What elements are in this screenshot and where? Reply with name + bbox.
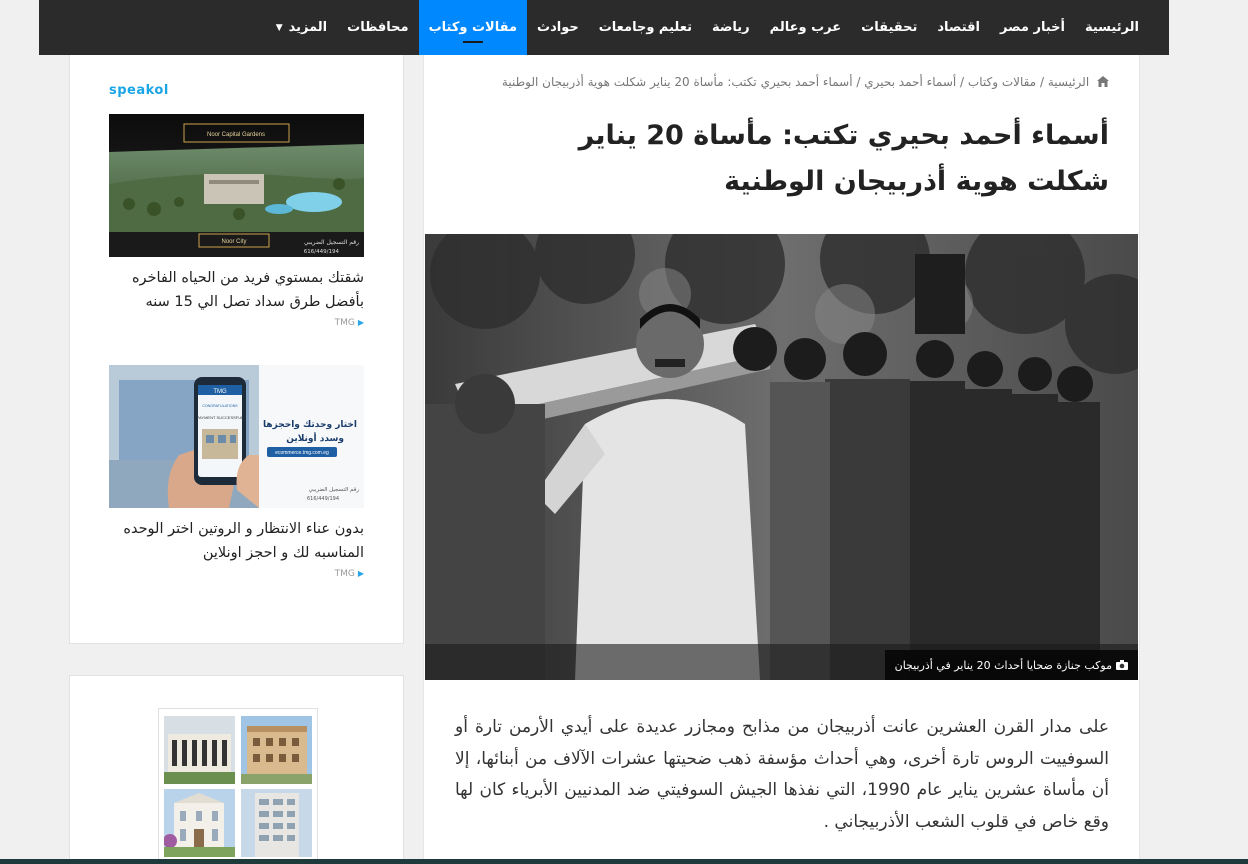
speakol-logo[interactable]: speakol: [109, 83, 169, 98]
nav-label: رياضة: [711, 20, 750, 35]
nav-label: محافظات: [347, 20, 409, 35]
thumbnail-grid: [158, 708, 318, 864]
gallery-thumb-graphic: [164, 716, 235, 784]
breadcrumb-separator: /: [1039, 75, 1044, 89]
gallery-thumb[interactable]: [164, 789, 235, 857]
nav-item-governorates[interactable]: محافظات: [337, 0, 418, 55]
nav-label: المزيد: [288, 20, 328, 35]
ad-title[interactable]: شقتك بمستوي فريد من الحياه الفاخره بأفضل…: [109, 266, 364, 314]
nav-label: مقالات وكتاب: [428, 20, 518, 35]
nav-item-education[interactable]: تعليم وجامعات: [589, 0, 702, 55]
gallery-thumb[interactable]: [241, 716, 312, 784]
ad-source: ▶TMG: [109, 569, 364, 579]
nav-label: أخبار مصر: [1000, 20, 1065, 35]
nav-label: تعليم وجامعات: [598, 20, 692, 35]
play-icon: ▶: [357, 318, 364, 327]
page-wrapper: الرئيسية أخبار مصر اقتصاد تحقيقات عرب وع…: [39, 0, 1169, 864]
ad-image[interactable]: TMG CONGRATULATIONS PAYMENT SUCCESSFUL ا…: [109, 365, 364, 508]
breadcrumb-separator: /: [856, 75, 861, 89]
article-body: على مدار القرن العشرين عانت أذربيجان من …: [455, 717, 1109, 832]
main-nav: الرئيسية أخبار مصر اقتصاد تحقيقات عرب وع…: [39, 0, 1169, 55]
nav-item-more[interactable]: المزيد ▼: [266, 0, 337, 55]
ad-card[interactable]: Noor Capital Gardens Noor City رقم التسج…: [109, 114, 364, 328]
caret-down-icon: ▼: [275, 22, 283, 33]
nav-label: عرب وعالم: [769, 20, 842, 35]
article-title: أسماء أحمد بحيري تكتب: مأساة 20 يناير شك…: [578, 120, 1109, 197]
ad-source-label: TMG: [334, 569, 355, 579]
breadcrumb: الرئيسية / مقالات وكتاب / أسماء أحمد بحي…: [502, 75, 1109, 89]
nav-item-economy[interactable]: اقتصاد: [927, 0, 990, 55]
nav-item-egypt-news[interactable]: أخبار مصر: [990, 0, 1075, 55]
ad-source-label: TMG: [334, 318, 355, 328]
nav-item-investigations[interactable]: تحقيقات: [851, 0, 927, 55]
svg-text:رقم التسجيل الضريبي: رقم التسجيل الضريبي: [309, 487, 360, 493]
svg-text:ecommerce.tmg.com.eg: ecommerce.tmg.com.eg: [275, 450, 329, 456]
gallery-thumb-graphic: [241, 789, 312, 857]
nav-label: الرئيسية: [1084, 20, 1139, 35]
breadcrumb-current: أسماء أحمد بحيري تكتب: مأساة 20 يناير شك…: [501, 75, 853, 89]
article-photo[interactable]: موكب جنازة ضحايا أحداث 20 يناير في أذربي…: [425, 234, 1138, 680]
breadcrumb-home[interactable]: الرئيسية: [1048, 75, 1089, 89]
ad-source: ▶TMG: [109, 318, 364, 328]
svg-text:TMG: TMG: [213, 389, 227, 395]
nav-item-sports[interactable]: رياضة: [702, 0, 760, 55]
sidebar-widget-ads: speakol Noor Capital Gardens Noor City ر…: [69, 55, 404, 644]
nav-item-accidents[interactable]: حوادث: [527, 0, 589, 55]
home-icon[interactable]: [1097, 76, 1109, 87]
ad-image-graphic: TMG CONGRATULATIONS PAYMENT SUCCESSFUL ا…: [109, 365, 364, 508]
nav-label: تحقيقات: [861, 20, 918, 35]
article-photo-graphic: [425, 234, 1138, 680]
ad-image[interactable]: Noor Capital Gardens Noor City رقم التسج…: [109, 114, 364, 257]
nav-label: اقتصاد: [937, 20, 980, 35]
breadcrumb-category[interactable]: مقالات وكتاب: [968, 75, 1036, 89]
article-container: الرئيسية / مقالات وكتاب / أسماء أحمد بحي…: [423, 55, 1140, 864]
camera-icon: [1116, 660, 1128, 670]
svg-text:وسدد أونلاين: وسدد أونلاين: [286, 432, 344, 444]
gallery-thumb[interactable]: [164, 716, 235, 784]
nav-item-world[interactable]: عرب وعالم: [760, 0, 851, 55]
breadcrumb-author[interactable]: أسماء أحمد بحيري: [864, 75, 956, 89]
gallery-thumb[interactable]: [241, 789, 312, 857]
svg-text:اختار وحدتك واحجزها: اختار وحدتك واحجزها: [263, 420, 357, 430]
photo-caption: موكب جنازة ضحايا أحداث 20 يناير في أذربي…: [884, 650, 1138, 680]
svg-text:PAYMENT SUCCESSFUL: PAYMENT SUCCESSFUL: [197, 415, 244, 420]
svg-text:Noor City: Noor City: [221, 239, 246, 245]
svg-text:رقم التسجيل الضريبي: رقم التسجيل الضريبي: [304, 239, 359, 246]
svg-text:616/449/194: 616/449/194: [307, 496, 339, 502]
gallery-thumb-graphic: [164, 789, 235, 857]
play-icon: ▶: [357, 569, 364, 578]
gallery-thumb-graphic: [241, 716, 312, 784]
bottom-bar: [0, 859, 1248, 864]
nav-item-home[interactable]: الرئيسية: [1075, 0, 1149, 55]
sidebar-widget-gallery: [69, 675, 404, 864]
ad-card[interactable]: TMG CONGRATULATIONS PAYMENT SUCCESSFUL ا…: [109, 365, 364, 579]
nav-item-articles[interactable]: مقالات وكتاب: [418, 0, 528, 55]
svg-text:Noor Capital Gardens: Noor Capital Gardens: [207, 132, 265, 138]
nav-label: حوادث: [537, 20, 579, 35]
ad-title[interactable]: بدون عناء الانتظار و الروتين اختر الوحده…: [109, 517, 364, 565]
svg-text:616/449/194: 616/449/194: [304, 249, 340, 255]
ad-image-graphic: Noor Capital Gardens Noor City رقم التسج…: [109, 114, 364, 257]
photo-caption-text: موكب جنازة ضحايا أحداث 20 يناير في أذربي…: [894, 658, 1112, 672]
breadcrumb-separator: /: [960, 75, 965, 89]
svg-text:CONGRATULATIONS: CONGRATULATIONS: [202, 404, 238, 408]
